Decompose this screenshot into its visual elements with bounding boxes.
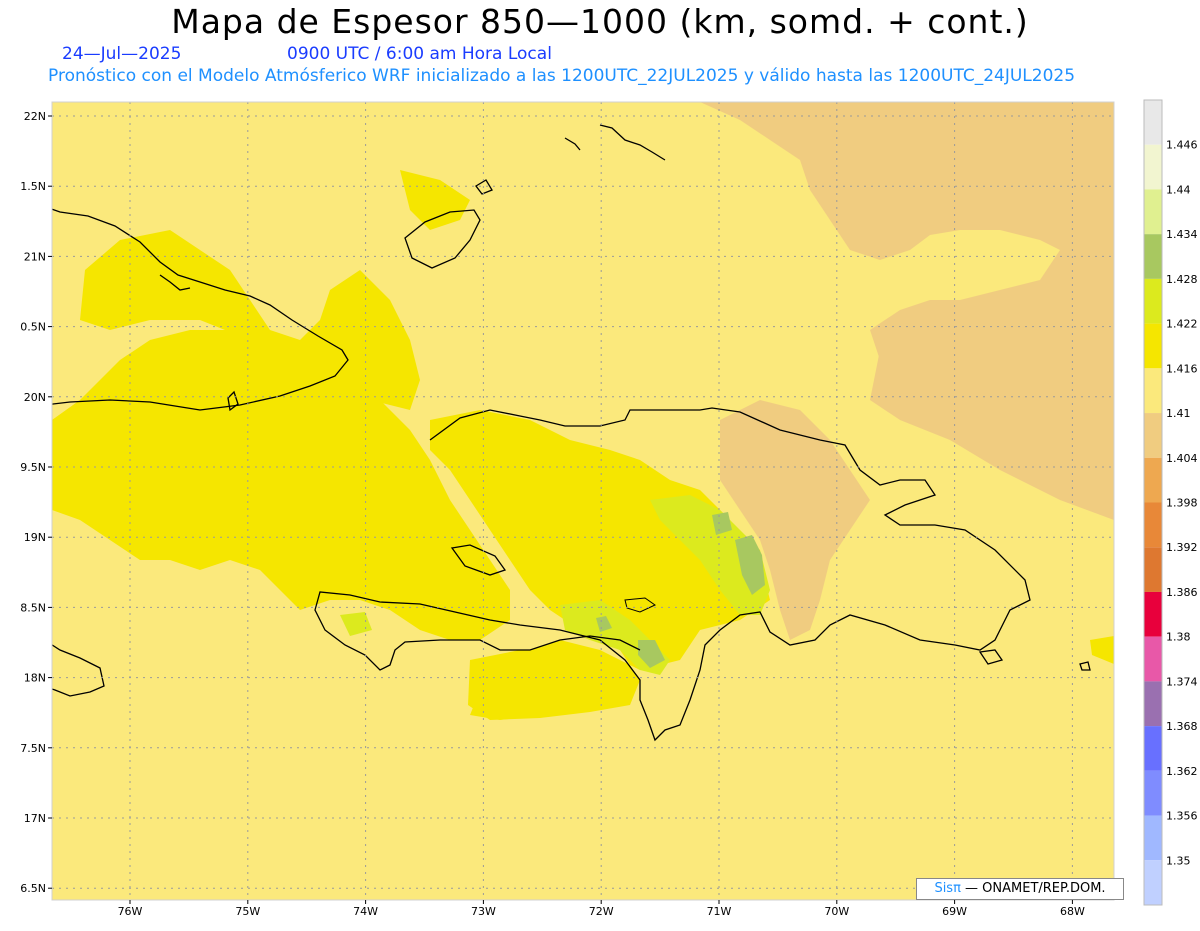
colorbar-label: 1.446 bbox=[1166, 139, 1198, 152]
lat-tick-label: 18N bbox=[24, 672, 46, 685]
colorbar-swatch bbox=[1144, 100, 1162, 145]
lat-tick-label: 8.5N bbox=[20, 601, 46, 614]
colorbar-label: 1.41 bbox=[1166, 407, 1191, 420]
lon-tick-label: 75W bbox=[235, 905, 260, 918]
colorbar-swatch bbox=[1144, 368, 1162, 414]
lat-tick-label: 21N bbox=[24, 250, 46, 263]
colorbar-swatch bbox=[1144, 413, 1162, 458]
lon-tick-label: 76W bbox=[118, 905, 143, 918]
lon-tick-label: 68W bbox=[1060, 905, 1085, 918]
colorbar-swatch bbox=[1144, 144, 1162, 190]
credit-box: Sisπ — ONAMET/REP.DOM. bbox=[916, 878, 1124, 900]
thickness-map: 22N 1.5N 21N 0.5N 20N 9.5N 19N 8.5N 18N 7.5N 17N 6.… bbox=[20, 99, 1198, 918]
lat-tick-label: 19N bbox=[24, 531, 46, 544]
credit-brand: Sisπ bbox=[934, 881, 961, 896]
colorbar-swatch bbox=[1144, 502, 1162, 548]
colorbar-swatch bbox=[1144, 770, 1162, 816]
colorbar-label: 1.368 bbox=[1166, 720, 1198, 733]
colorbar-swatch bbox=[1144, 815, 1162, 861]
lat-tick-label: 9.5N bbox=[20, 461, 46, 474]
colorbar-label: 1.356 bbox=[1166, 810, 1198, 823]
colorbar-label: 1.392 bbox=[1166, 541, 1198, 554]
colorbar-swatch bbox=[1144, 860, 1162, 905]
lat-tick-label: 7.5N bbox=[20, 742, 46, 755]
lon-tick-label: 74W bbox=[353, 905, 378, 918]
coast-cuba-ext bbox=[52, 209, 53, 210]
colorbar-label: 1.416 bbox=[1166, 362, 1198, 375]
colorbar-swatch bbox=[1144, 234, 1162, 279]
lon-tick-label: 71W bbox=[707, 905, 732, 918]
colorbar-label: 1.35 bbox=[1166, 854, 1191, 867]
colorbar-swatch bbox=[1144, 547, 1162, 592]
colorbar-swatch bbox=[1144, 726, 1162, 771]
colorbar-label: 1.362 bbox=[1166, 765, 1198, 778]
colorbar-label: 1.374 bbox=[1166, 675, 1198, 688]
colorbar: 1.446 1.44 1.434 1.428 1.422 1.416 1.41 1.404 1.… bbox=[1143, 99, 1198, 906]
colorbar-swatch bbox=[1144, 457, 1162, 503]
lon-tick-label: 70W bbox=[824, 905, 849, 918]
lat-tick-label: 0.5N bbox=[20, 321, 46, 334]
colorbar-label: 1.404 bbox=[1166, 452, 1198, 465]
colorbar-label: 1.44 bbox=[1166, 183, 1191, 196]
colorbar-swatch bbox=[1144, 189, 1162, 235]
colorbar-label: 1.386 bbox=[1166, 586, 1198, 599]
colorbar-swatch bbox=[1144, 681, 1162, 727]
colorbar-label: 1.428 bbox=[1166, 273, 1198, 286]
lon-tick-label: 73W bbox=[471, 905, 496, 918]
lon-tick-label: 69W bbox=[942, 905, 967, 918]
lon-tick-label: 72W bbox=[589, 905, 614, 918]
colorbar-label: 1.422 bbox=[1166, 318, 1198, 331]
lat-tick-label: 20N bbox=[24, 391, 46, 404]
lat-tick-label: 6.5N bbox=[20, 882, 46, 895]
colorbar-label: 1.434 bbox=[1166, 228, 1198, 241]
lat-tick-label: 22N bbox=[24, 110, 46, 123]
lat-tick-label: 1.5N bbox=[20, 180, 46, 193]
colorbar-swatch bbox=[1144, 278, 1162, 324]
map-area: 22N 1.5N 21N 0.5N 20N 9.5N 19N 8.5N 18N 7.5N 17N 6.… bbox=[0, 0, 1200, 927]
colorbar-swatch bbox=[1144, 323, 1162, 369]
colorbar-swatch bbox=[1144, 636, 1162, 682]
colorbar-swatch bbox=[1144, 591, 1162, 637]
colorbar-label: 1.38 bbox=[1166, 631, 1191, 644]
colorbar-label: 1.398 bbox=[1166, 497, 1198, 510]
lat-tick-label: 17N bbox=[24, 812, 46, 825]
credit-text: — ONAMET/REP.DOM. bbox=[960, 881, 1106, 896]
